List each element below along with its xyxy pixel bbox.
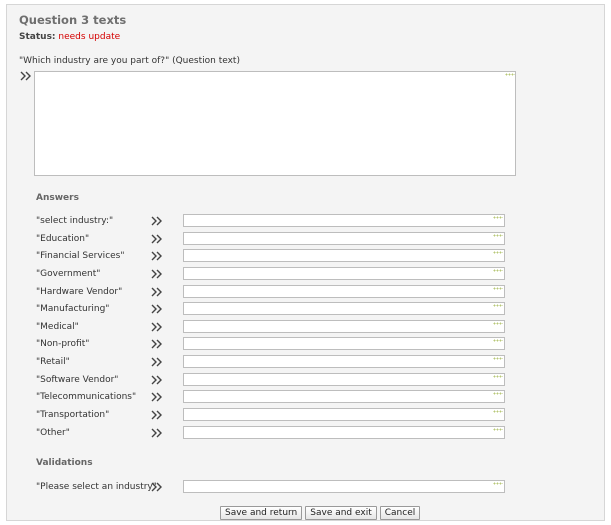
- answer-label: "Transportation": [36, 410, 110, 420]
- copy-answer-icon[interactable]: [151, 287, 163, 297]
- copy-answer-icon[interactable]: [151, 357, 163, 367]
- double-chevron-right-icon: [151, 234, 162, 244]
- answer-label: "Other": [36, 428, 70, 438]
- copy-answer-icon[interactable]: [151, 322, 163, 332]
- double-chevron-right-icon: [151, 357, 162, 367]
- answer-label: "Government": [36, 269, 101, 279]
- answer-input[interactable]: [183, 390, 505, 403]
- question-texts-panel: Question 3 texts Status: needs update "W…: [6, 4, 605, 521]
- copy-answer-icon[interactable]: [151, 339, 163, 349]
- question-text-label: "Which industry are you part of?" (Quest…: [19, 56, 240, 66]
- double-chevron-right-icon: [151, 339, 162, 349]
- copy-answer-icon[interactable]: [151, 375, 163, 385]
- answer-label: "select industry:": [36, 216, 114, 226]
- answer-label: "Hardware Vendor": [36, 287, 123, 297]
- double-chevron-right-icon: [151, 392, 162, 402]
- copy-answer-icon[interactable]: [151, 216, 163, 226]
- double-chevron-right-icon: [151, 482, 162, 492]
- double-chevron-right-icon: [151, 251, 162, 261]
- answer-input[interactable]: [183, 408, 505, 421]
- page-title: Question 3 texts: [19, 13, 127, 27]
- double-chevron-right-icon: [151, 428, 162, 438]
- answer-label: "Financial Services": [36, 251, 125, 261]
- validation-input[interactable]: [183, 480, 505, 493]
- double-chevron-right-icon: [151, 216, 162, 226]
- copy-answer-icon[interactable]: [151, 428, 163, 438]
- answer-input[interactable]: [183, 232, 505, 245]
- answer-input[interactable]: [183, 267, 505, 280]
- action-buttons: Save and return Save and exit Cancel: [220, 506, 421, 520]
- copy-question-text-icon[interactable]: [20, 71, 32, 81]
- answer-label: "Retail": [36, 357, 70, 367]
- status-label: Status:: [19, 32, 56, 42]
- answer-input[interactable]: [183, 285, 505, 298]
- double-chevron-right-icon: [151, 304, 162, 314]
- double-chevron-right-icon: [151, 410, 162, 420]
- answer-label: "Manufacturing": [36, 304, 110, 314]
- save-and-return-button[interactable]: Save and return: [220, 506, 303, 520]
- answer-label: "Non-profit": [36, 339, 90, 349]
- copy-answer-icon[interactable]: [151, 304, 163, 314]
- cancel-button[interactable]: Cancel: [379, 506, 421, 520]
- double-chevron-right-icon: [151, 375, 162, 385]
- answer-input[interactable]: [183, 337, 505, 350]
- answer-label: "Medical": [36, 322, 79, 332]
- status-badge: needs update: [58, 32, 121, 42]
- copy-answer-icon[interactable]: [151, 392, 163, 402]
- copy-validation-icon[interactable]: [151, 482, 163, 492]
- answer-input[interactable]: [183, 426, 505, 439]
- answers-heading: Answers: [36, 193, 79, 203]
- answer-input[interactable]: [183, 320, 505, 333]
- copy-answer-icon[interactable]: [151, 269, 163, 279]
- answer-input[interactable]: [183, 302, 505, 315]
- copy-answer-icon[interactable]: [151, 410, 163, 420]
- copy-answer-icon[interactable]: [151, 234, 163, 244]
- double-chevron-right-icon: [151, 269, 162, 279]
- question-text-input[interactable]: [34, 71, 516, 176]
- answer-input[interactable]: [183, 249, 505, 262]
- answer-label: "Education": [36, 234, 90, 244]
- answer-input[interactable]: [183, 355, 505, 368]
- double-chevron-right-icon: [151, 322, 162, 332]
- answer-input[interactable]: [183, 373, 505, 386]
- double-chevron-right-icon: [20, 71, 31, 81]
- answer-label: "Software Vendor": [36, 375, 119, 385]
- double-chevron-right-icon: [151, 287, 162, 297]
- answer-input[interactable]: [183, 214, 505, 227]
- answer-label: "Telecommunications": [36, 392, 137, 402]
- status-line: Status: needs update: [19, 32, 120, 42]
- validation-label: "Please select an industry": [36, 482, 157, 492]
- save-and-exit-button[interactable]: Save and exit: [305, 506, 377, 520]
- validations-heading: Validations: [36, 458, 93, 468]
- copy-answer-icon[interactable]: [151, 251, 163, 261]
